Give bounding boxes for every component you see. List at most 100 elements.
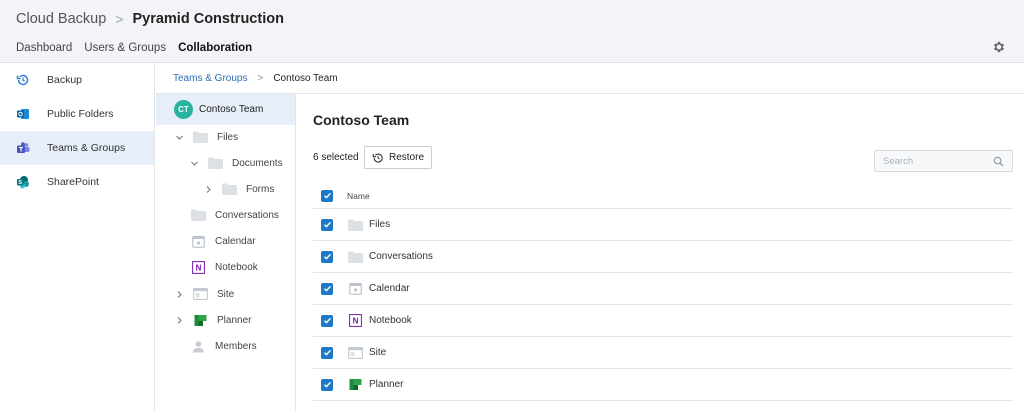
chevron-down-icon[interactable]: [189, 158, 199, 168]
chevron-right-icon[interactable]: [203, 184, 213, 194]
search-box: [874, 150, 1013, 172]
row-checkbox[interactable]: [321, 314, 333, 327]
avatar: CT: [174, 100, 193, 119]
planner-icon: [347, 378, 363, 391]
left-sidebar: Backup Public Folders Teams & Groups S S…: [0, 63, 155, 411]
folder-icon: [190, 209, 206, 222]
selected-count: 6 selected: [313, 152, 359, 163]
page-title: Contoso Team: [313, 112, 410, 128]
tree-item-site[interactable]: Site: [174, 285, 234, 303]
table-row[interactable]: Conversations: [313, 241, 1013, 273]
tree-item-calendar[interactable]: Calendar: [190, 232, 256, 250]
restore-button[interactable]: Restore: [364, 146, 432, 169]
history-icon: [16, 73, 30, 87]
sidebar-item-teams-groups[interactable]: Teams & Groups: [0, 131, 154, 165]
row-label: Conversations: [369, 251, 433, 262]
search-icon[interactable]: [993, 156, 1004, 167]
folder-tree: CT Contoso Team Files Documents Forms Co…: [156, 94, 296, 411]
sharepoint-icon: S: [16, 175, 30, 189]
tree-item-label: Planner: [217, 314, 252, 326]
planner-icon: [192, 314, 208, 327]
sidebar-item-sharepoint[interactable]: S SharePoint: [0, 165, 154, 199]
sidebar-item-label: Teams & Groups: [47, 142, 126, 154]
site-icon: [347, 346, 363, 359]
restore-button-label: Restore: [388, 152, 424, 163]
tree-item-label: Documents: [232, 157, 283, 169]
table-row[interactable]: Calendar: [313, 273, 1013, 305]
tree-item-label: Conversations: [215, 209, 279, 221]
sidebar-item-backup[interactable]: Backup: [0, 63, 154, 97]
folder-icon: [347, 218, 363, 231]
select-all-checkbox[interactable]: [321, 189, 333, 202]
row-checkbox[interactable]: [321, 378, 333, 391]
folder-icon: [347, 250, 363, 263]
tree-item-label: Notebook: [215, 261, 258, 273]
onenote-icon: N: [190, 260, 206, 274]
outlook-icon: [16, 107, 30, 121]
table-row[interactable]: Files: [313, 209, 1013, 241]
nav-collaboration[interactable]: Collaboration: [178, 42, 252, 54]
tree-item-notebook[interactable]: N Notebook: [190, 258, 258, 276]
sidebar-item-public-folders[interactable]: Public Folders: [0, 97, 154, 131]
row-label: Calendar: [369, 283, 410, 294]
tree-item-label: Members: [215, 340, 257, 352]
folder-icon: [207, 157, 223, 170]
tree-item-planner[interactable]: Planner: [174, 311, 251, 329]
row-checkbox[interactable]: [321, 282, 333, 295]
tree-item-members[interactable]: Members: [190, 337, 257, 355]
onenote-icon: N: [347, 314, 363, 327]
calendar-icon: [347, 282, 363, 295]
sidebar-item-label: Public Folders: [47, 108, 114, 120]
calendar-icon: [190, 235, 206, 248]
nav-users-groups[interactable]: Users & Groups: [84, 42, 166, 54]
nav-dashboard[interactable]: Dashboard: [16, 42, 72, 54]
svg-text:S: S: [18, 180, 22, 186]
tree-item-files[interactable]: Files: [174, 128, 238, 146]
row-label: Files: [369, 219, 391, 230]
column-header-name[interactable]: Name: [347, 191, 370, 201]
svg-text:N: N: [352, 317, 358, 326]
folder-icon: [192, 131, 208, 144]
chevron-down-icon[interactable]: [174, 132, 184, 142]
title-separator: >: [115, 11, 124, 27]
tree-item-label: Forms: [246, 183, 275, 195]
tree-root-label: Contoso Team: [199, 104, 264, 115]
tree-root-contoso-team[interactable]: CT Contoso Team: [156, 94, 295, 125]
search-input[interactable]: [883, 154, 983, 168]
tree-item-label: Calendar: [215, 235, 256, 247]
org-name: Pyramid Construction: [132, 11, 284, 27]
table-row[interactable]: Planner: [313, 369, 1013, 401]
svg-text:N: N: [195, 263, 201, 272]
tree-item-documents[interactable]: Documents: [189, 154, 283, 172]
row-label: Notebook: [369, 315, 412, 326]
chevron-right-icon[interactable]: [174, 315, 184, 325]
teams-icon: [16, 141, 30, 155]
table-header-row: Name: [313, 183, 1013, 209]
tree-item-label: Site: [217, 288, 235, 300]
row-checkbox[interactable]: [321, 346, 333, 359]
folder-icon: [221, 183, 237, 196]
tree-item-label: Files: [217, 131, 239, 143]
tree-item-conversations[interactable]: Conversations: [190, 206, 279, 224]
row-label: Site: [369, 347, 387, 358]
row-checkbox[interactable]: [321, 218, 333, 231]
row-checkbox[interactable]: [321, 250, 333, 263]
gear-icon[interactable]: [992, 40, 1006, 54]
app-header: Cloud Backup > Pyramid Construction Dash…: [0, 0, 1024, 63]
row-label: Planner: [369, 379, 404, 390]
chevron-right-icon[interactable]: [174, 289, 184, 299]
person-icon: [190, 340, 206, 353]
title-bar: Cloud Backup > Pyramid Construction: [16, 9, 284, 29]
breadcrumb-current: Contoso Team: [273, 72, 338, 84]
breadcrumb: Teams & Groups > Contoso Team: [156, 63, 1024, 94]
breadcrumb-separator: >: [257, 72, 264, 84]
top-nav: Dashboard Users & Groups Collaboration: [16, 40, 264, 56]
sidebar-item-label: Backup: [47, 74, 83, 86]
table-row[interactable]: N Notebook: [313, 305, 1013, 337]
tree-item-forms[interactable]: Forms: [203, 180, 274, 198]
app-title[interactable]: Cloud Backup: [16, 11, 106, 27]
sidebar-item-label: SharePoint: [47, 176, 99, 188]
site-icon: [192, 288, 208, 301]
breadcrumb-parent-link[interactable]: Teams & Groups: [173, 73, 247, 84]
table-row[interactable]: Site: [313, 337, 1013, 369]
